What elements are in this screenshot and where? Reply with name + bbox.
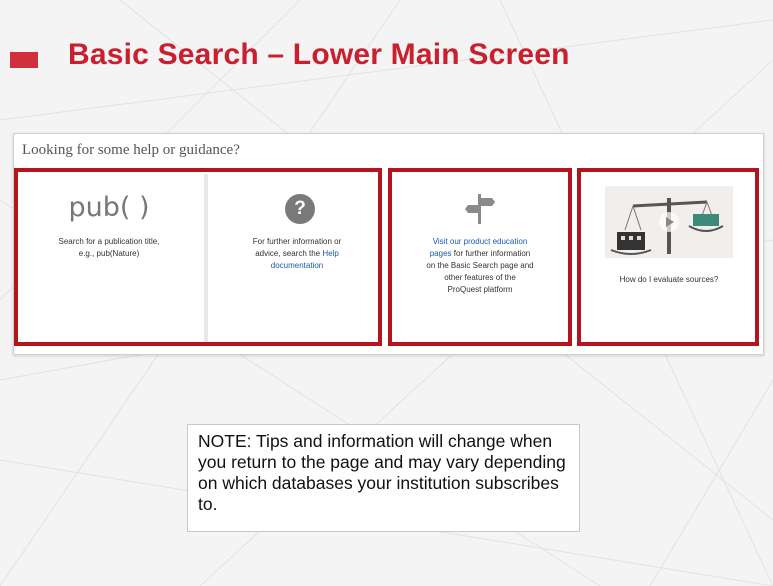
- slide-title: Basic Search – Lower Main Screen: [68, 38, 570, 71]
- highlight-box-education: [388, 168, 572, 346]
- panel-header: Looking for some help or guidance?: [22, 142, 240, 158]
- highlight-box-search-tips: [14, 168, 382, 346]
- title-accent-bar: [10, 52, 38, 68]
- highlight-box-evaluate: [577, 168, 759, 346]
- note-box: NOTE: Tips and information will change w…: [187, 424, 580, 532]
